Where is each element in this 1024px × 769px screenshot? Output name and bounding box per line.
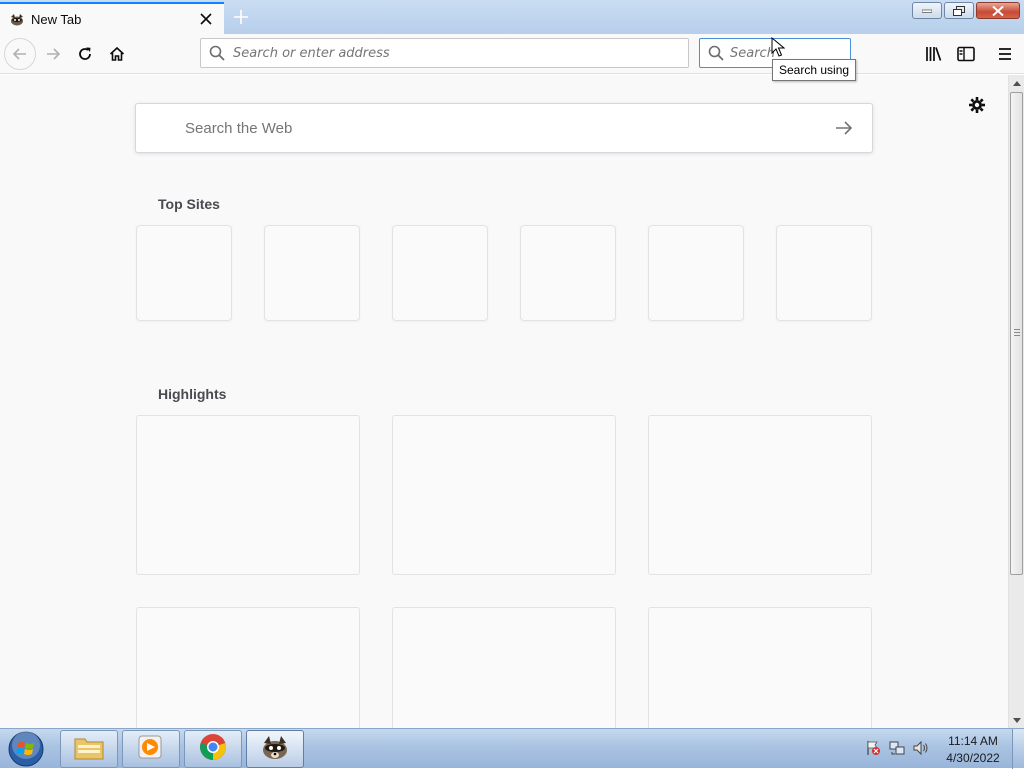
home-icon[interactable] — [101, 38, 133, 70]
taskbar-chrome[interactable] — [184, 730, 242, 768]
close-icon[interactable] — [198, 11, 214, 27]
start-button[interactable] — [4, 730, 48, 768]
highlights-title: Highlights — [158, 386, 227, 402]
library-icon[interactable] — [918, 38, 950, 70]
top-site-tile[interactable] — [520, 225, 616, 321]
scrollbar-thumb[interactable] — [1010, 92, 1023, 575]
arrow-right-icon[interactable] — [824, 108, 864, 148]
search-icon — [708, 45, 724, 61]
url-bar[interactable] — [200, 38, 689, 68]
top-site-tile[interactable] — [264, 225, 360, 321]
taskbar-explorer[interactable] — [60, 730, 118, 768]
top-sites-title: Top Sites — [158, 196, 220, 212]
new-tab-page: Top Sites Highlights — [0, 75, 1008, 728]
top-site-tile[interactable] — [648, 225, 744, 321]
scroll-down-arrow-icon[interactable] — [1009, 712, 1024, 728]
highlight-card[interactable] — [392, 607, 616, 728]
system-tray — [864, 739, 930, 757]
taskbar-browser[interactable] — [246, 730, 304, 768]
mouse-pointer-icon — [771, 36, 786, 62]
taskbar-media-player[interactable] — [122, 730, 180, 768]
tab-title: New Tab — [31, 11, 82, 27]
folder-icon — [74, 734, 104, 765]
forward-icon[interactable] — [37, 38, 69, 70]
web-search-input[interactable] — [183, 118, 824, 138]
minimize-icon[interactable] — [912, 2, 942, 19]
vertical-scrollbar[interactable] — [1008, 75, 1024, 728]
reload-icon[interactable] — [69, 38, 101, 70]
search-icon — [209, 45, 225, 61]
scroll-up-arrow-icon[interactable] — [1009, 75, 1024, 91]
action-center-flag-icon[interactable] — [864, 739, 882, 757]
restore-icon[interactable] — [944, 2, 974, 19]
top-site-tile[interactable] — [392, 225, 488, 321]
menu-icon[interactable] — [989, 38, 1021, 70]
clock-time: 11:14 AM — [948, 734, 998, 748]
sidebar-icon[interactable] — [950, 38, 982, 70]
chrome-icon — [199, 733, 227, 766]
url-input[interactable] — [233, 45, 688, 61]
network-icon[interactable] — [888, 739, 906, 757]
highlight-card[interactable] — [136, 415, 360, 575]
gear-icon[interactable] — [966, 94, 988, 116]
tab-new-tab[interactable]: New Tab — [0, 2, 224, 34]
browser-mascot-icon — [9, 11, 25, 27]
taskbar: 11:14 AM 4/30/2022 — [0, 728, 1024, 769]
highlight-card[interactable] — [392, 415, 616, 575]
show-desktop-button[interactable] — [1012, 729, 1024, 769]
highlight-card[interactable] — [648, 415, 872, 575]
volume-icon[interactable] — [912, 739, 930, 757]
system-clock[interactable]: 11:14 AM 4/30/2022 — [940, 733, 1006, 767]
highlight-card[interactable] — [648, 607, 872, 728]
navigation-toolbar — [0, 34, 1024, 74]
window-controls — [912, 2, 1020, 19]
grip-icon — [1014, 329, 1020, 338]
plus-icon[interactable] — [230, 6, 252, 28]
browser-mascot-icon — [259, 733, 291, 766]
close-icon[interactable] — [976, 2, 1020, 19]
media-player-icon — [137, 734, 165, 765]
clock-date: 4/30/2022 — [946, 751, 1000, 765]
top-site-tile[interactable] — [136, 225, 232, 321]
top-site-tile[interactable] — [776, 225, 872, 321]
search-tooltip: Search using — [772, 59, 857, 81]
highlight-card[interactable] — [136, 607, 360, 728]
title-bar: New Tab — [0, 0, 1024, 34]
web-search-box[interactable] — [135, 103, 873, 153]
back-icon[interactable] — [4, 38, 36, 70]
